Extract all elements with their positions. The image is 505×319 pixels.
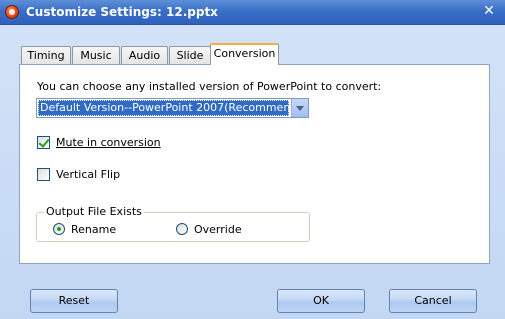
ok-button[interactable]: OK bbox=[277, 289, 365, 313]
mute-label-text: Mute in conversion bbox=[56, 136, 161, 149]
version-select-value: Default Version--PowerPoint 2007(Recomme… bbox=[38, 100, 289, 116]
window-title: Customize Settings: 12.pptx bbox=[26, 5, 218, 19]
tab-audio-label: Audio bbox=[128, 49, 161, 62]
reset-button[interactable]: Reset bbox=[30, 289, 118, 313]
tab-audio[interactable]: Audio bbox=[121, 46, 168, 65]
tab-timing-label: Timing bbox=[27, 49, 65, 62]
tab-conversion[interactable]: Conversion bbox=[210, 43, 279, 65]
cancel-button-label: Cancel bbox=[414, 294, 452, 307]
tab-conversion-label: Conversion bbox=[213, 47, 276, 60]
output-group-title: Output File Exists bbox=[44, 205, 144, 218]
cancel-button[interactable]: Cancel bbox=[389, 289, 477, 313]
powerpoint-version-select[interactable]: Default Version--PowerPoint 2007(Recomme… bbox=[36, 98, 309, 118]
mute-label[interactable]: Mute in conversion bbox=[56, 136, 161, 149]
dialog-window: Customize Settings: 12.pptx ✕ Timing Mus… bbox=[0, 0, 505, 319]
vertical-flip-checkbox[interactable] bbox=[37, 168, 50, 181]
ok-button-label: OK bbox=[313, 294, 329, 307]
title-bar[interactable]: Customize Settings: 12.pptx ✕ bbox=[0, 0, 505, 25]
mute-checkbox[interactable] bbox=[37, 136, 50, 149]
reset-button-label: Reset bbox=[58, 294, 90, 307]
override-label[interactable]: Override bbox=[194, 223, 242, 236]
close-icon[interactable]: ✕ bbox=[481, 3, 497, 20]
chevron-down-icon[interactable] bbox=[291, 99, 308, 117]
version-prompt: You can choose any installed version of … bbox=[37, 80, 382, 93]
rename-label[interactable]: Rename bbox=[71, 223, 116, 236]
override-radio[interactable] bbox=[176, 223, 188, 235]
app-logo-icon bbox=[5, 5, 19, 19]
vertical-flip-label[interactable]: Vertical Flip bbox=[56, 168, 120, 181]
tab-music-label: Music bbox=[80, 49, 112, 62]
tab-slide-label: Slide bbox=[176, 49, 204, 62]
tab-timing[interactable]: Timing bbox=[21, 46, 71, 65]
tab-music[interactable]: Music bbox=[72, 46, 120, 65]
rename-radio[interactable] bbox=[53, 223, 65, 235]
tab-slide[interactable]: Slide bbox=[169, 46, 211, 65]
